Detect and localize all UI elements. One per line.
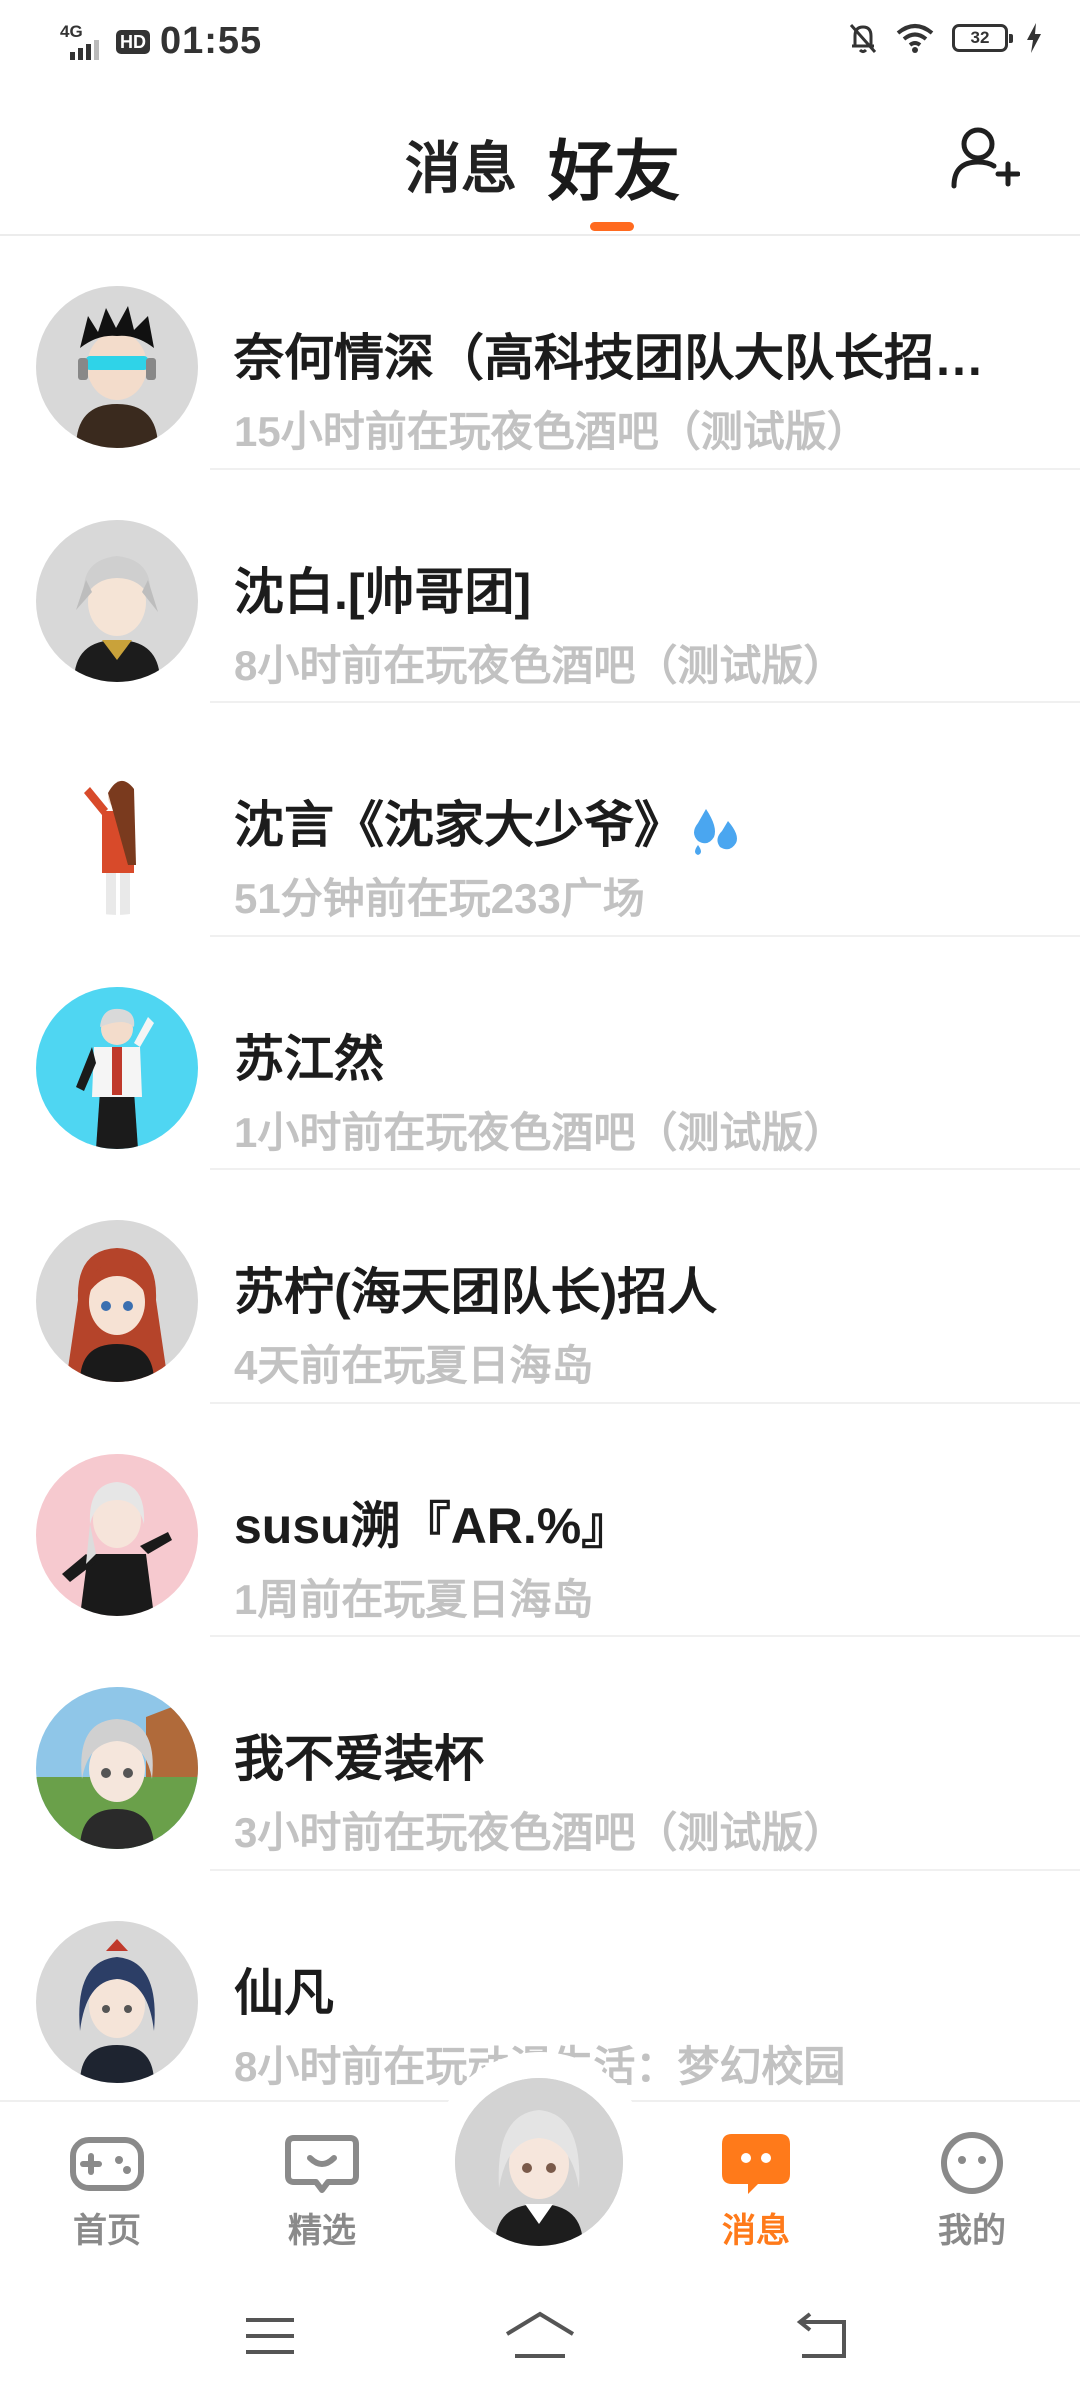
- friend-status: 15小时前在玩夜色酒吧（测试版）: [234, 408, 869, 455]
- back-icon[interactable]: [796, 2310, 848, 2360]
- hd-badge: HD: [116, 29, 150, 54]
- friend-name: 沈言《沈家大少爷》: [234, 785, 744, 857]
- friend-name: 奈何情深（高科技团队大队长招…: [234, 330, 984, 386]
- friend-status: 3小时前在玩夜色酒吧（测试版）: [234, 1809, 846, 1856]
- nav-featured-label: 精选: [288, 2212, 356, 2250]
- friend-row[interactable]: 沈言《沈家大少爷》 51分钟前在玩233广场: [0, 703, 1080, 937]
- friend-row[interactable]: 我不爱装杯 3小时前在玩夜色酒吧（测试版）: [0, 1637, 1080, 1871]
- nav-featured[interactable]: 精选: [262, 2130, 382, 2252]
- nav-messages[interactable]: 消息: [696, 2130, 816, 2252]
- friend-status: 8小时前在玩夜色酒吧（测试版）: [234, 641, 846, 689]
- battery-icon: 32: [952, 24, 1013, 52]
- wifi-icon: [896, 24, 934, 53]
- friend-row[interactable]: 苏江然 1小时前在玩夜色酒吧（测试版）: [0, 937, 1080, 1171]
- friend-name: 苏柠(海天团队长)招人: [234, 1264, 718, 1320]
- battery-level: 32: [970, 28, 990, 47]
- friend-status: 4天前在玩夏日海岛: [234, 1342, 594, 1389]
- friend-row[interactable]: 奈何情深（高科技团队大队长招… 15小时前在玩夜色酒吧（测试版）: [0, 236, 1080, 470]
- avatar[interactable]: [36, 1687, 198, 1849]
- friend-status: 51分钟前在玩233广场: [234, 875, 645, 922]
- header: 消息 好友: [0, 84, 1080, 236]
- nav-home-label: 首页: [73, 2212, 141, 2250]
- avatar[interactable]: [36, 286, 198, 448]
- network-type: 4G: [60, 21, 83, 41]
- clock: 01:55: [160, 20, 263, 62]
- tab-friends[interactable]: 好友: [548, 118, 680, 214]
- avatar[interactable]: [36, 1920, 198, 2083]
- tab-messages[interactable]: 消息: [405, 124, 517, 205]
- nav-me[interactable]: 我的: [912, 2130, 1032, 2252]
- avatar[interactable]: [36, 519, 198, 682]
- friend-name: 苏江然: [234, 1030, 384, 1087]
- avatar[interactable]: [36, 986, 198, 1149]
- add-person-icon[interactable]: [948, 122, 1020, 194]
- friend-list: 奈何情深（高科技团队大队长招… 15小时前在玩夜色酒吧（测试版） 沈白.[帅哥团…: [0, 236, 1080, 2104]
- sweat-droplets-icon: [694, 808, 737, 855]
- gamepad-icon: [70, 2137, 144, 2191]
- nav-me-label: 我的: [938, 2212, 1006, 2250]
- smiley-face-icon: [941, 2132, 1003, 2194]
- charging-bolt-icon: [1027, 23, 1041, 53]
- nav-center-avatar[interactable]: [455, 2078, 623, 2246]
- active-tab-indicator: [590, 222, 634, 231]
- menu-icon[interactable]: [244, 2314, 296, 2358]
- mute-bell-icon: [849, 24, 877, 53]
- message-bubble-icon: [722, 2134, 790, 2194]
- nav-messages-label: 消息: [722, 2212, 790, 2250]
- friend-row[interactable]: susu溯『AR.%』 1周前在玩夏日海岛: [0, 1404, 1080, 1638]
- friend-row[interactable]: 沈白.[帅哥团] 8小时前在玩夜色酒吧（测试版）: [0, 470, 1080, 704]
- friend-status: 1周前在玩夏日海岛: [234, 1575, 594, 1623]
- friend-name: 我不爱装杯: [234, 1731, 484, 1787]
- nav-home[interactable]: 首页: [47, 2130, 167, 2252]
- avatar[interactable]: [36, 753, 198, 915]
- status-bar: 4G HD 01:55 32: [0, 0, 1080, 84]
- friend-status: 1小时前在玩夜色酒吧（测试版）: [234, 1108, 846, 1156]
- avatar[interactable]: [36, 1453, 198, 1616]
- home-icon[interactable]: [505, 2310, 575, 2360]
- friend-row[interactable]: 苏柠(海天团队长)招人 4天前在玩夏日海岛: [0, 1170, 1080, 1404]
- friend-name: 沈白.[帅哥团]: [234, 563, 532, 620]
- heart-chat-icon: [285, 2135, 359, 2193]
- friend-name: 仙凡: [234, 1964, 334, 2021]
- friend-name: susu溯『AR.%』: [234, 1497, 632, 1554]
- signal-icon: 4G: [60, 22, 106, 62]
- avatar[interactable]: [36, 1220, 198, 1382]
- system-navigation-bar: [0, 2276, 1080, 2408]
